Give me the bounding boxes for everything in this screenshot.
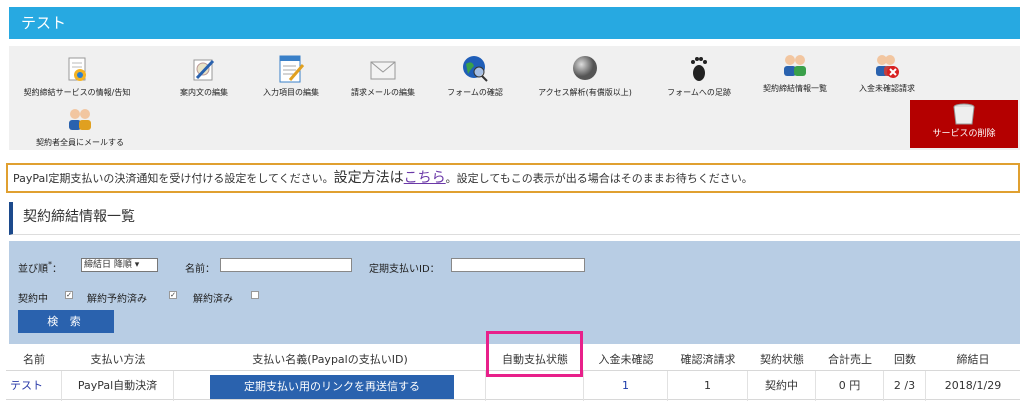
document-info-icon: [68, 57, 86, 81]
row-name-link[interactable]: テスト: [6, 371, 62, 401]
globe-search-icon: [463, 56, 488, 82]
row-contract-state: 契約中: [748, 371, 816, 401]
page-title-bar: テスト: [9, 7, 1020, 39]
section-title-text: 契約締結情報一覧: [23, 209, 135, 225]
payment-id-label: 定期支払いID：: [369, 264, 440, 275]
header-total-sales: 合計売上: [828, 353, 872, 366]
search-button[interactable]: 検 索: [18, 310, 114, 333]
name-input[interactable]: [220, 258, 352, 272]
row-payment-method: PayPal自動決済: [62, 371, 174, 401]
notice-text-big: 設定方法は: [333, 170, 404, 186]
toolbar-edit-billing-mail[interactable]: 請求メールの編集: [339, 56, 427, 98]
toolbar-label: 契約締結サービスの情報/告知: [23, 88, 131, 97]
row-confirmed: 1: [668, 371, 748, 401]
page-title: テスト: [21, 14, 67, 32]
sort-label-group: 並び順*：: [18, 260, 62, 275]
sort-colon: ：: [52, 264, 62, 275]
sort-select[interactable]: 締結日 降順 ▾: [81, 258, 158, 272]
status-active-checkbox[interactable]: ✓: [65, 291, 73, 299]
mail-icon: [370, 61, 396, 80]
toolbar-label: 契約者全員にメールする: [36, 138, 124, 147]
section-title: 契約締結情報一覧: [9, 202, 1020, 235]
service-toolbar: 契約締結サービスの情報/告知 案内文の編集 入力項目の編集 請求メールの編集 フ…: [9, 46, 1020, 150]
paypal-notice: PayPal定期支払いの決済通知を受け付ける設定をしてください。設定方法はこちら…: [6, 163, 1020, 193]
status-cancelled-checkbox[interactable]: [251, 291, 259, 299]
toolbar-label: 入力項目の編集: [263, 88, 319, 97]
toolbar-label: 案内文の編集: [180, 88, 228, 97]
toolbar-unconfirmed-payments[interactable]: 入金未確認請求: [847, 52, 927, 94]
search-panel: 並び順*： 締結日 降順 ▾ 名前： 定期支払いID： 契約中 ✓ 解約予約済み…: [9, 241, 1020, 344]
header-payment-holder: 支払い名義(Paypalの支払いID): [252, 353, 408, 366]
users-icon: [784, 55, 806, 76]
row-unconfirmed-link[interactable]: 1: [584, 371, 668, 401]
toolbar-form-footprints[interactable]: フォームへの足跡: [655, 52, 743, 98]
toolbar-label: アクセス解析(有償版以上): [538, 88, 632, 97]
header-contract-state: 契約状態: [760, 353, 804, 366]
trash-icon: [953, 103, 975, 125]
toolbar-edit-fields[interactable]: 入力項目の編集: [253, 52, 329, 98]
name-label: 名前：: [185, 264, 215, 275]
row-total-sales: 0 円: [816, 371, 884, 401]
notice-text-pre: PayPal定期支払いの決済通知を受け付ける設定をしてください。: [13, 172, 334, 185]
toolbar-service-info[interactable]: 契約締結サービスの情報/告知: [17, 56, 137, 98]
toolbar-label: フォームへの足跡: [667, 88, 731, 97]
status-reserved-checkbox[interactable]: ✓: [169, 291, 177, 299]
footprint-icon: [691, 57, 707, 81]
toolbar-access-analysis[interactable]: アクセス解析(有償版以上): [523, 52, 647, 98]
header-name: 名前: [23, 353, 45, 366]
users-remove-icon: [876, 55, 899, 78]
delete-service-button[interactable]: サービスの削除: [910, 100, 1018, 148]
sort-label: 並び順: [18, 264, 48, 275]
form-edit-icon: [279, 55, 305, 83]
row-count: 2 /3: [884, 371, 926, 401]
toolbar-check-form[interactable]: フォームの確認: [437, 52, 513, 98]
row-date: 2018/1/29: [944, 379, 1002, 392]
toolbar-label: 請求メールの編集: [351, 88, 415, 97]
toolbar-label: 入金未確認請求: [859, 84, 915, 93]
toolbar-label: フォームの確認: [447, 88, 503, 97]
notice-text-post: 。設定してもこの表示が出る場合はそのままお待ちください。: [445, 172, 753, 185]
notice-link[interactable]: こちら: [404, 170, 446, 186]
status-active-label: 契約中: [18, 294, 48, 305]
status-cancelled-label: 解約済み: [193, 294, 233, 305]
header-date: 締結日: [956, 353, 990, 366]
status-reserved-label: 解約予約済み: [87, 294, 147, 305]
header-unconfirmed: 入金未確認: [598, 353, 654, 366]
header-confirmed: 確認済請求: [680, 353, 736, 366]
paint-edit-icon: [193, 59, 215, 81]
header-payment-method: 支払い方法: [90, 353, 146, 366]
toolbar-label: 契約締結情報一覧: [763, 84, 827, 93]
toolbar-contract-list[interactable]: 契約締結情報一覧: [751, 52, 839, 94]
toolbar-mail-all-contractors[interactable]: 契約者全員にメールする: [15, 106, 145, 148]
payment-id-input[interactable]: [451, 258, 585, 272]
header-count: 回数: [894, 353, 916, 366]
resend-link-button[interactable]: 定期支払い用のリンクを再送信する: [210, 375, 454, 399]
delete-service-label: サービスの削除: [932, 129, 996, 139]
auto-status-highlight-box: [486, 331, 583, 377]
users-mail-icon: [69, 109, 91, 130]
sphere-icon: [573, 56, 597, 80]
toolbar-edit-guide[interactable]: 案内文の編集: [169, 56, 239, 98]
